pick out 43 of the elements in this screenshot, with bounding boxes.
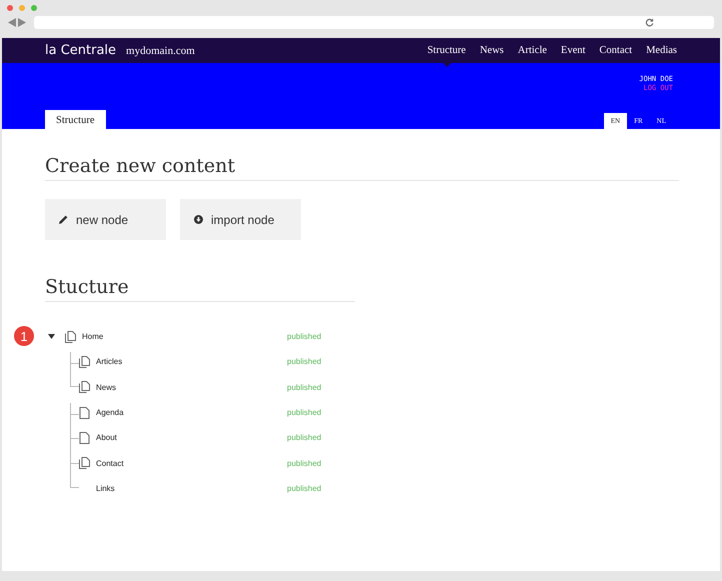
nav-link[interactable]: Medias: [646, 38, 677, 67]
reload-icon[interactable]: [645, 18, 654, 27]
section-heading: Create new content: [45, 155, 679, 181]
maximize-dot[interactable]: [31, 5, 37, 11]
pages-icon: [79, 381, 90, 394]
forward-icon[interactable]: [18, 18, 26, 27]
tree-item[interactable]: About: [96, 433, 287, 442]
status-label: published: [287, 332, 322, 342]
back-icon[interactable]: [8, 18, 16, 27]
pages-icon: [79, 457, 90, 470]
nav-link[interactable]: Event: [560, 38, 586, 67]
status-label: published: [287, 458, 322, 468]
status-label: published: [287, 408, 322, 418]
annotation-badge: 1: [14, 326, 34, 346]
page-icon: [79, 432, 90, 444]
tree-item[interactable]: News: [96, 382, 287, 392]
status-label: published: [287, 433, 322, 442]
status-label: published: [287, 484, 322, 493]
close-dot[interactable]: [7, 5, 13, 11]
pages-icon: [65, 330, 76, 343]
tree-item[interactable]: Articles: [96, 357, 287, 366]
page-icon: [79, 406, 90, 419]
tree-item[interactable]: Agenda: [96, 408, 287, 418]
create-button[interactable]: new node: [45, 199, 166, 240]
status-label: published: [287, 357, 322, 366]
download-icon: [194, 215, 203, 224]
caret-icon[interactable]: [48, 334, 55, 340]
nav-link[interactable]: Contact: [599, 38, 632, 67]
minimize-dot[interactable]: [19, 5, 25, 11]
logo[interactable]: la Centrale: [45, 43, 116, 58]
nav-link[interactable]: News: [480, 38, 504, 67]
domain-link[interactable]: mydomain.com: [126, 44, 195, 56]
pages-icon: [79, 356, 90, 368]
page-tab[interactable]: Structure: [45, 110, 106, 129]
nav-link[interactable]: Article: [518, 38, 547, 67]
section-heading: Stucture: [45, 276, 355, 302]
create-button[interactable]: import node: [180, 199, 301, 240]
nav-link[interactable]: Structure: [427, 38, 466, 67]
status-label: published: [287, 382, 322, 392]
pencil-icon: [59, 215, 68, 224]
tree-item[interactable]: Contact: [96, 458, 287, 468]
tree-item[interactable]: Links: [96, 484, 287, 493]
tree-item[interactable]: Home: [82, 332, 287, 342]
